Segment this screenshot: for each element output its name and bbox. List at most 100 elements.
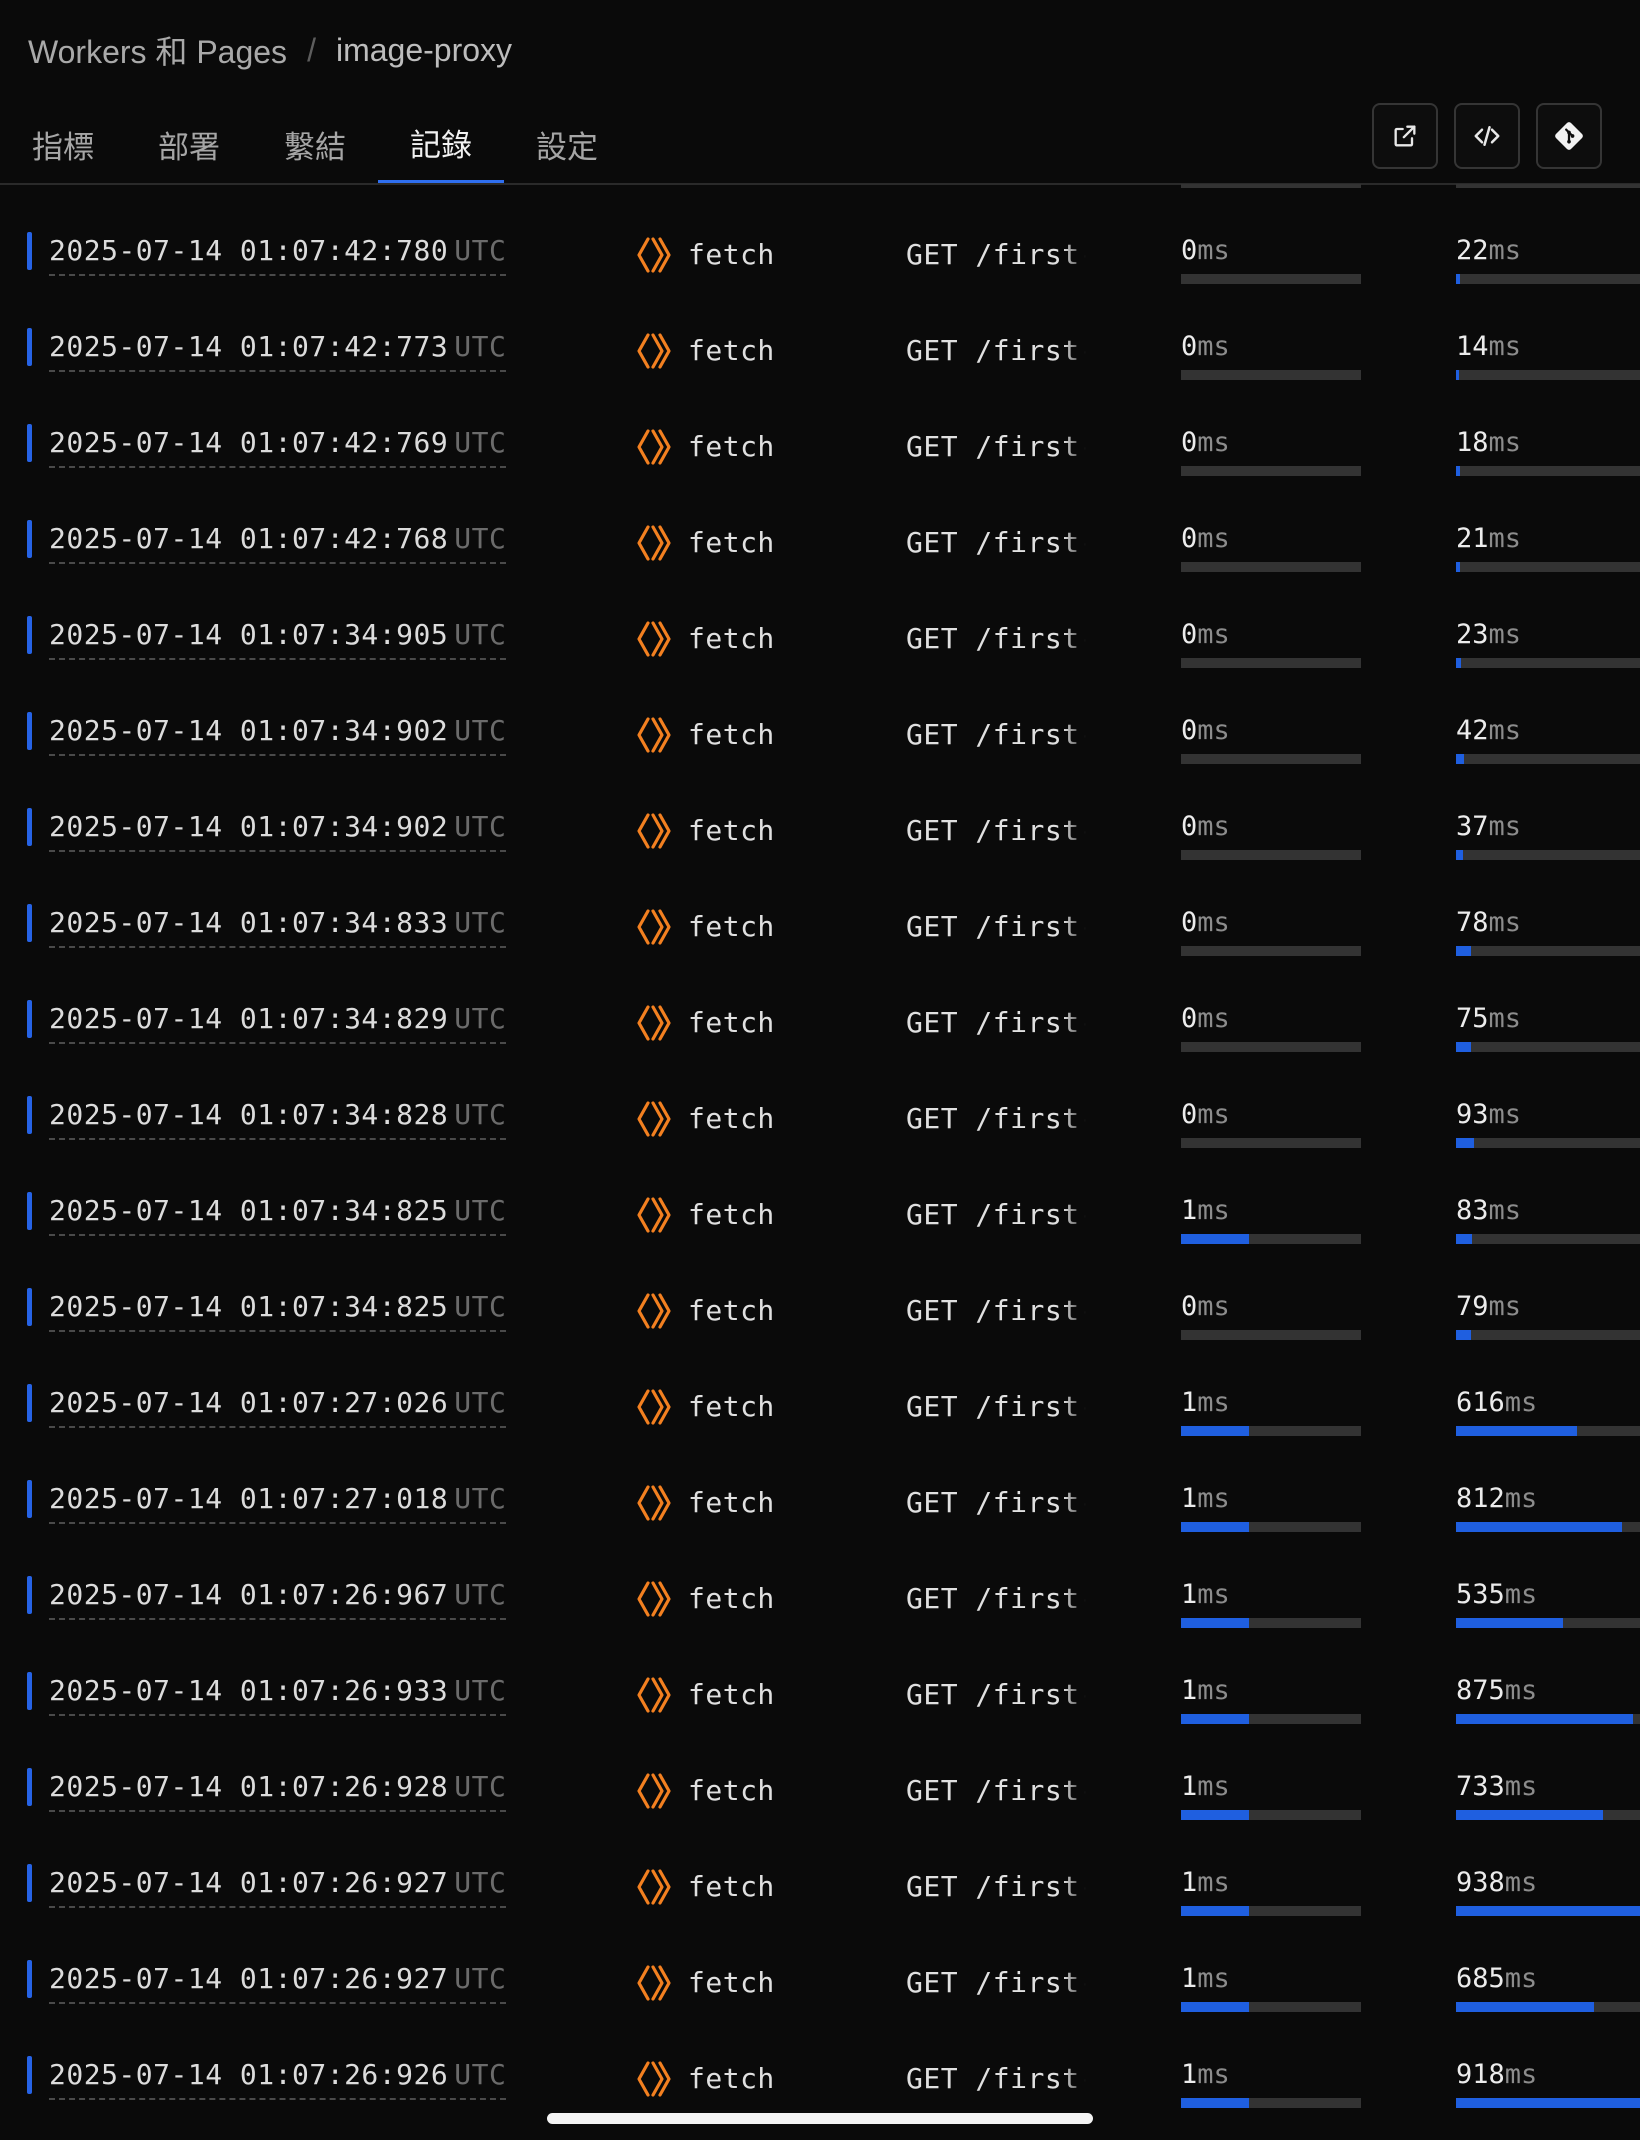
cpu-time: 1ms [1181, 1482, 1361, 1532]
log-row[interactable]: 2025-07-14 01:07:27:026 UTC fetch GET /firs… [0, 1336, 1640, 1436]
log-timestamp[interactable]: 2025-07-14 01:07:34:905 UTC [49, 618, 507, 660]
log-row[interactable]: 2025-07-14 01:07:42:768 UTC fetch GET /firs… [0, 472, 1640, 572]
wall-time-value: 93 [1456, 1099, 1489, 1130]
log-timestamp[interactable]: 2025-07-14 01:07:42:773 UTC [49, 330, 507, 372]
tab-bindings[interactable]: 繫結 [252, 104, 378, 184]
log-timestamp[interactable]: 2025-07-14 01:07:34:902 UTC [49, 810, 507, 852]
edit-code-button[interactable] [1454, 103, 1520, 169]
log-timestamp[interactable]: 2025-07-14 01:07:26:967 UTC [49, 1578, 507, 1620]
wall-time: 938ms [1456, 1866, 1640, 1916]
fetch-icon [636, 812, 674, 850]
cpu-time-bar [1181, 2098, 1361, 2108]
log-row[interactable]: 2025-07-14 01:07:34:905 UTC fetch GET /firs… [0, 568, 1640, 668]
row-status-accent [27, 1288, 32, 1326]
log-timestamp[interactable]: 2025-07-14 01:07:26:928 UTC [49, 1770, 507, 1812]
wall-time-unit: ms [1488, 1099, 1522, 1130]
log-row[interactable]: 2025-07-14 01:07:34:829 UTC fetch GET /firs… [0, 952, 1640, 1052]
log-row[interactable]: 2025-07-14 01:07:34:828 UTC fetch GET /firs… [0, 1048, 1640, 1148]
fetch-icon [636, 1868, 674, 1906]
tab-bar: 指標 部署 繫結 記錄 設定 [0, 104, 630, 184]
request-path: GET /first- [906, 1870, 1086, 1903]
log-timestamp[interactable]: 2025-07-14 01:07:42:780 UTC [49, 234, 507, 276]
log-row[interactable]: 2025-07-14 01:07:34:902 UTC fetch GET /firs… [0, 664, 1640, 764]
log-row[interactable]: 2025-07-14 01:07:26:928 UTC fetch GET /firs… [0, 1720, 1640, 1820]
wall-time-unit: ms [1488, 523, 1522, 554]
log-timestamp[interactable]: 2025-07-14 01:07:34:902 UTC [49, 714, 507, 756]
log-timestamp[interactable]: 2025-07-14 01:07:34:825 UTC [49, 1194, 507, 1236]
log-timestamp[interactable]: 2025-07-14 01:07:34:828 UTC [49, 1098, 507, 1140]
event-type: fetch [688, 1678, 775, 1711]
log-timestamp[interactable]: 2025-07-14 01:07:42:769 UTC [49, 426, 507, 468]
timestamp-timezone: UTC [454, 522, 507, 555]
wall-time-bar [1456, 2098, 1640, 2108]
wall-time-value: 21 [1456, 523, 1489, 554]
log-timestamp[interactable]: 2025-07-14 01:07:27:026 UTC [49, 1386, 507, 1428]
timestamp-value: 2025-07-14 01:07:34:833 [49, 906, 449, 939]
log-row[interactable]: 2025-07-14 01:07:34:825 UTC fetch GET /firs… [0, 1144, 1640, 1244]
event-type: fetch [688, 910, 775, 943]
row-status-accent [27, 1192, 32, 1230]
wall-time-value: 616 [1456, 1387, 1505, 1418]
log-timestamp[interactable]: 2025-07-14 01:07:27:018 UTC [49, 1482, 507, 1524]
wall-time-unit: ms [1488, 1195, 1522, 1226]
timestamp-value: 2025-07-14 01:07:26:927 [49, 1962, 449, 1995]
log-row[interactable]: 2025-07-14 01:07:26:927 UTC fetch GET /firs… [0, 1816, 1640, 1916]
timestamp-timezone: UTC [454, 1098, 507, 1131]
timestamp-value: 2025-07-14 01:07:26:927 [49, 1866, 449, 1899]
cpu-time-value: 0 [1181, 811, 1198, 842]
wall-time-unit: ms [1504, 1387, 1538, 1418]
log-row[interactable]: 2025-07-14 01:07:42:773 UTC fetch GET /firs… [0, 280, 1640, 380]
log-timestamp[interactable]: 2025-07-14 01:07:26:926 UTC [49, 2058, 507, 2100]
wall-time-value: 918 [1456, 2059, 1505, 2090]
open-external-button[interactable] [1372, 103, 1438, 169]
cpu-time-unit: ms [1197, 1291, 1230, 1322]
timestamp-timezone: UTC [454, 1290, 507, 1323]
log-row[interactable]: 2025-07-14 01:07:34:833 UTC fetch GET /firs… [0, 856, 1640, 956]
row-status-accent [27, 1768, 32, 1806]
timestamp-timezone: UTC [454, 1482, 507, 1515]
wall-time-unit: ms [1488, 907, 1522, 938]
timestamp-value: 2025-07-14 01:07:26:933 [49, 1674, 449, 1707]
log-timestamp[interactable]: 2025-07-14 01:07:26:933 UTC [49, 1674, 507, 1716]
log-timestamp[interactable]: 2025-07-14 01:07:26:927 UTC [49, 1866, 507, 1908]
log-row[interactable]: 2025-07-14 01:07:42:769 UTC fetch GET /firs… [0, 376, 1640, 476]
code-icon [1474, 126, 1500, 146]
log-timestamp[interactable]: 2025-07-14 01:07:34:833 UTC [49, 906, 507, 948]
breadcrumb-parent-link[interactable]: Workers 和 Pages [28, 27, 287, 73]
tab-metrics[interactable]: 指標 [0, 104, 126, 184]
cpu-time-unit: ms [1197, 1579, 1230, 1610]
tab-deployments[interactable]: 部署 [126, 104, 252, 184]
log-timestamp[interactable]: 2025-07-14 01:07:34:825 UTC [49, 1290, 507, 1332]
cpu-time-value: 1 [1181, 1963, 1198, 1994]
log-row[interactable]: 2025-07-14 01:07:26:967 UTC fetch GET /firs… [0, 1528, 1640, 1628]
log-timestamp[interactable]: 2025-07-14 01:07:42:768 UTC [49, 522, 507, 564]
tab-settings[interactable]: 設定 [504, 104, 630, 184]
event-type: fetch [688, 1966, 775, 1999]
log-row[interactable]: 2025-07-14 01:07:26:933 UTC fetch GET /firs… [0, 1624, 1640, 1724]
wall-time-value: 733 [1456, 1771, 1505, 1802]
git-button[interactable] [1536, 103, 1602, 169]
row-status-accent [27, 808, 32, 846]
cpu-time-value: 1 [1181, 1195, 1198, 1226]
tab-logs[interactable]: 記錄 [378, 104, 504, 184]
log-row[interactable]: 2025-07-14 01:07:26:927 UTC fetch GET /firs… [0, 1912, 1640, 2012]
row-status-accent [27, 328, 32, 366]
log-row[interactable]: 2025-07-14 01:07:27:018 UTC fetch GET /firs… [0, 1432, 1640, 1532]
log-row[interactable]: 2025-07-14 01:07:34:902 UTC fetch GET /firs… [0, 760, 1640, 860]
log-timestamp[interactable]: 2025-07-14 01:07:34:829 UTC [49, 1002, 507, 1044]
cpu-time-unit: ms [1197, 1099, 1230, 1130]
wall-time-unit: ms [1504, 1675, 1538, 1706]
cpu-time-unit: ms [1197, 715, 1230, 746]
cpu-time: 0ms [1181, 426, 1361, 476]
log-row[interactable]: 2025-07-14 01:07:34:825 UTC fetch GET /firs… [0, 1240, 1640, 1340]
event-type: fetch [688, 430, 775, 463]
log-row[interactable]: 2025-07-14 01:07:26:926 UTC fetch GET /firs… [0, 2008, 1640, 2108]
log-timestamp[interactable]: 2025-07-14 01:07:26:927 UTC [49, 1962, 507, 2004]
wall-time: 42ms [1456, 714, 1640, 764]
wall-time-unit: ms [1488, 619, 1522, 650]
fetch-icon [636, 716, 674, 754]
wall-time-value: 812 [1456, 1483, 1505, 1514]
log-row[interactable]: 2025-07-14 01:07:42:780 UTC fetch GET /firs… [0, 184, 1640, 284]
cpu-time: 0ms [1181, 714, 1361, 764]
cpu-time-unit: ms [1197, 1867, 1230, 1898]
